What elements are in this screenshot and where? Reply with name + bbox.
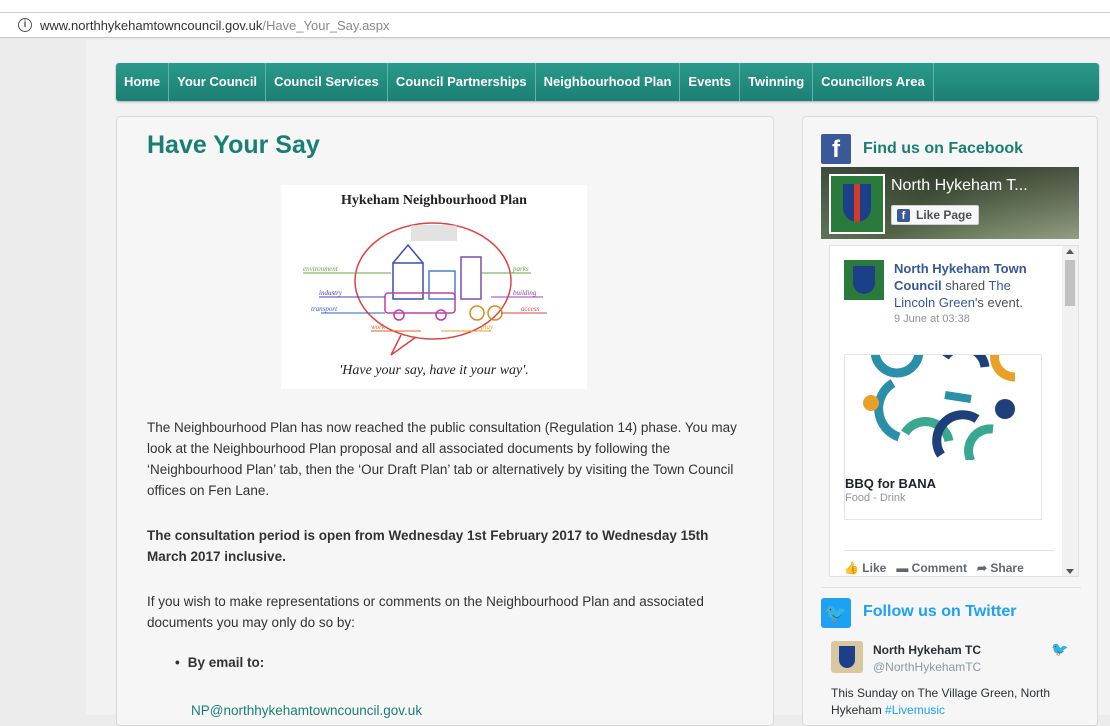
consultation-period: The consultation period is open from Wed… (147, 528, 709, 564)
logo-word-play: play (480, 323, 494, 331)
browser-top (0, 0, 1110, 12)
main-content: Have Your Say Hykeham Neighbourhood Plan (116, 116, 774, 726)
share-action[interactable]: ➦ Share (977, 561, 1024, 575)
nav-council-partnerships[interactable]: Council Partnerships (388, 63, 536, 101)
representations-text: If you wish to make representations or c… (147, 594, 704, 630)
email-link[interactable]: NP@northhykehamtowncouncil.gov.uk (191, 703, 422, 718)
council-crest-icon (829, 174, 885, 234)
event-title[interactable]: BBQ for BANA (845, 476, 936, 491)
bullet-email: By email to: (175, 655, 265, 670)
logo-illustration: environment parks industry building tran… (303, 222, 547, 356)
logo-word-building: building (513, 289, 537, 297)
nav-your-council[interactable]: Your Council (169, 63, 267, 101)
logo-word-work: work (371, 323, 386, 331)
twitter-avatar[interactable] (831, 641, 863, 673)
like-action[interactable]: 👍 Like (844, 561, 886, 575)
event-graphic (863, 355, 1016, 460)
sidebar: f Find us on Facebook North Hykeham T...… (802, 116, 1098, 726)
logo-word-environment: environment (303, 265, 339, 273)
facebook-page-header[interactable]: North Hykeham T... f Like Page (821, 167, 1079, 239)
logo-word-transport: transport (311, 305, 338, 313)
scroll-thumb[interactable] (1065, 260, 1075, 306)
comment-icon: ▬ (896, 561, 909, 575)
event-image[interactable] (844, 354, 1042, 460)
thumbs-up-icon: 👍 (844, 561, 859, 575)
nav-neighbourhood-plan[interactable]: Neighbourhood Plan (536, 63, 681, 101)
nav-twinning[interactable]: Twinning (740, 63, 814, 101)
facebook-page-name[interactable]: North Hykeham T... (891, 177, 1028, 195)
twitter-name[interactable]: North Hykeham TC (873, 643, 981, 657)
logo-word-industry: industry (319, 289, 343, 297)
consultation-intro: The Neighbourhood Plan has now reached t… (147, 420, 737, 498)
event-card[interactable]: BBQ for BANA Food - Drink (844, 460, 1042, 520)
event-category: Food - Drink (845, 492, 906, 504)
post-timestamp[interactable]: 9 June at 03:38 (894, 311, 1054, 328)
nav-council-services[interactable]: Council Services (266, 63, 388, 101)
logo-word-parks: parks (512, 265, 529, 273)
address-bar[interactable]: i www.northhykehamtowncouncil.gov.uk/Hav… (0, 12, 1110, 38)
twitter-handle[interactable]: @NorthHykehamTC (873, 660, 981, 674)
neighbourhood-plan-logo: Hykeham Neighbourhood Plan environment p… (281, 185, 587, 389)
facebook-icon: f (821, 134, 851, 164)
divider (821, 587, 1081, 588)
logo-slogan: 'Have your say, have it your way'. (339, 363, 529, 378)
share-arrow-icon: ➦ (977, 561, 988, 575)
feed-scrollbar[interactable] (1062, 246, 1078, 576)
info-icon[interactable]: i (18, 18, 32, 32)
scroll-up-icon[interactable] (1066, 249, 1074, 254)
post-header: North Hykeham Town Council shared The Li… (894, 260, 1054, 328)
twitter-icon: 🐦 (821, 598, 851, 628)
main-nav: Home Your Council Council Services Counc… (116, 63, 1099, 101)
nav-events[interactable]: Events (680, 63, 741, 101)
post-avatar[interactable] (844, 260, 884, 300)
logo-word-access: access (521, 305, 540, 313)
facebook-small-icon: f (897, 209, 910, 222)
url-text[interactable]: www.northhykehamtowncouncil.gov.uk/Have_… (40, 18, 390, 33)
tweet-text: This Sunday on The Village Green, North … (831, 686, 1051, 717)
scroll-down-icon[interactable] (1066, 569, 1074, 574)
comment-action[interactable]: ▬ Comment (896, 561, 967, 575)
facebook-feed[interactable]: North Hykeham Town Council shared The Li… (829, 245, 1079, 577)
page-title: Have Your Say (147, 131, 320, 159)
nav-councillors-area[interactable]: Councillors Area (813, 63, 934, 101)
post-actions: 👍 Like ▬ Comment ➦ Share (844, 550, 1054, 575)
like-page-button[interactable]: f Like Page (891, 205, 979, 225)
twitter-bird-icon: 🐦 (1051, 641, 1069, 657)
facebook-heading: Find us on Facebook (863, 140, 1024, 157)
nav-home[interactable]: Home (116, 63, 170, 101)
twitter-heading: Follow us on Twitter (863, 603, 1017, 620)
